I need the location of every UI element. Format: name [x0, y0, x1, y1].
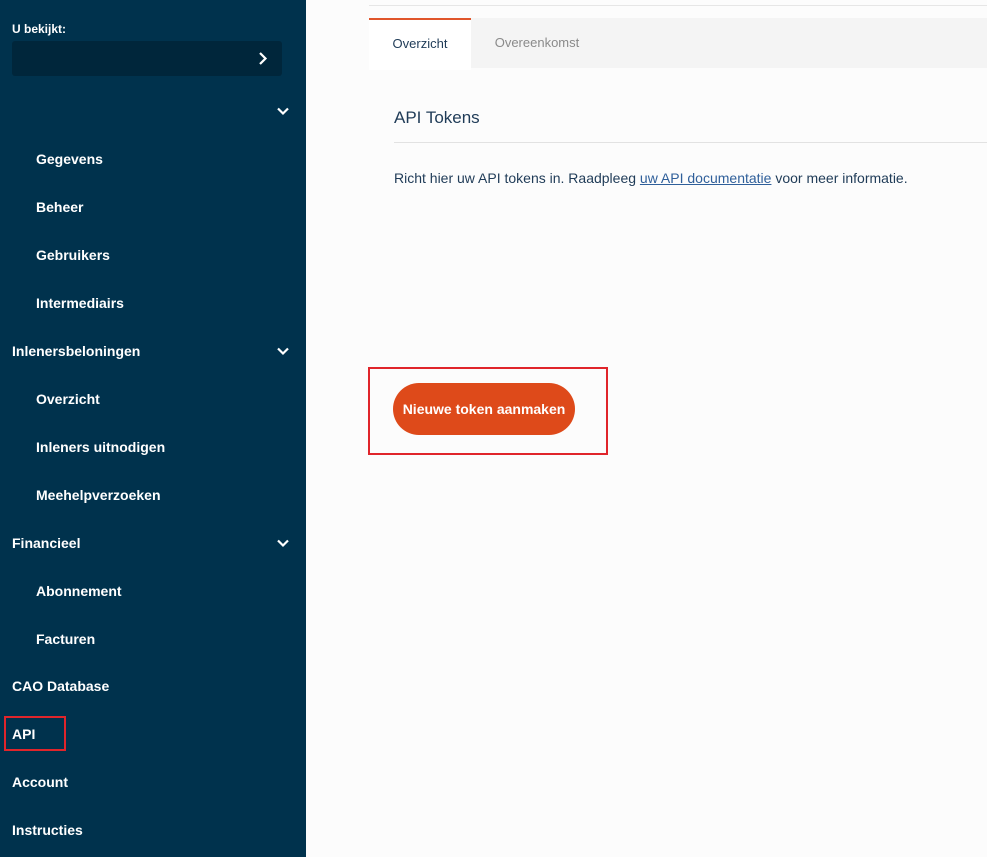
sidebar-item-label: Meehelpverzoeken: [36, 487, 161, 503]
intro-text-start: Richt hier uw API tokens in. Raadpleeg: [394, 170, 640, 186]
page-title: API Tokens: [394, 108, 480, 127]
sidebar-item-label: CAO Database: [12, 678, 110, 694]
intro-text: Richt hier uw API tokens in. Raadpleeg u…: [394, 170, 908, 186]
sidebar: U bekijkt: Gegevens Beheer Gebruikers In…: [0, 0, 306, 857]
sidebar-item-account[interactable]: Account: [0, 770, 306, 794]
sidebar-item-intermediairs[interactable]: Intermediairs: [0, 291, 306, 315]
sidebar-item-abonnement[interactable]: Abonnement: [0, 579, 306, 603]
chevron-down-icon: [277, 539, 289, 548]
intro-text-end: voor meer informatie.: [771, 170, 908, 186]
api-documentation-link[interactable]: uw API documentatie: [640, 170, 772, 186]
sidebar-item-label: Beheer: [36, 199, 84, 215]
sidebar-item-meehelpverzoeken[interactable]: Meehelpverzoeken: [0, 483, 306, 507]
top-divider: [369, 5, 987, 6]
sidebar-item-label: Inlenersbeloningen: [12, 343, 141, 359]
tab-bar: Overzicht Overeenkomst: [369, 18, 987, 70]
sidebar-item-cao-database[interactable]: CAO Database: [0, 674, 306, 698]
sidebar-item-label: Overzicht: [36, 391, 100, 407]
sidebar-item-label: Inleners uitnodigen: [36, 439, 166, 455]
sidebar-item-label: Gegevens: [36, 151, 103, 167]
tab-overzicht[interactable]: Overzicht: [369, 18, 471, 70]
main-content: Overzicht Overeenkomst API Tokens Richt …: [306, 0, 987, 857]
sidebar-item-label: Account: [12, 774, 68, 790]
sidebar-section-unnamed[interactable]: [0, 99, 306, 123]
sidebar-item-gegevens[interactable]: Gegevens: [0, 147, 306, 171]
sidebar-item-label: Facturen: [36, 631, 96, 647]
sidebar-item-label: Financieel: [12, 535, 81, 551]
new-token-button[interactable]: Nieuwe token aanmaken: [393, 383, 575, 435]
sidebar-item-label: Abonnement: [36, 583, 122, 599]
sidebar-item-api[interactable]: API: [0, 722, 306, 746]
tab-overeenkomst[interactable]: Overeenkomst: [471, 18, 603, 68]
chevron-down-icon: [277, 347, 289, 356]
viewing-label: U bekijkt:: [12, 22, 67, 36]
chevron-down-icon: [277, 107, 289, 116]
sidebar-item-label: Instructies: [12, 822, 83, 838]
sidebar-item-label: API: [12, 726, 36, 742]
chevron-right-icon: [259, 52, 268, 65]
sidebar-item-label: Intermediairs: [36, 295, 124, 311]
sidebar-section-financieel[interactable]: Financieel: [0, 531, 306, 555]
title-divider: [394, 142, 987, 143]
sidebar-item-overzicht[interactable]: Overzicht: [0, 387, 306, 411]
sidebar-item-instructies[interactable]: Instructies: [0, 818, 306, 842]
sidebar-item-gebruikers[interactable]: Gebruikers: [0, 243, 306, 267]
sidebar-item-beheer[interactable]: Beheer: [0, 195, 306, 219]
sidebar-item-inleners-uitnodigen[interactable]: Inleners uitnodigen: [0, 435, 306, 459]
sidebar-item-label: Gebruikers: [36, 247, 110, 263]
sidebar-section-inlenersbeloningen[interactable]: Inlenersbeloningen: [0, 339, 306, 363]
account-selector[interactable]: [12, 41, 282, 76]
sidebar-item-facturen[interactable]: Facturen: [0, 627, 306, 651]
